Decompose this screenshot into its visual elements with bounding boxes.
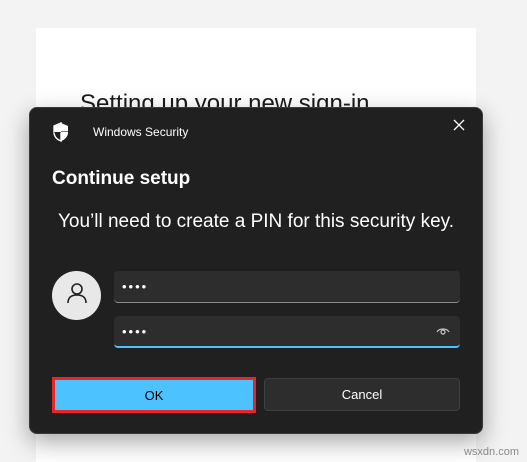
person-icon — [65, 281, 89, 310]
avatar — [52, 271, 101, 320]
dialog-title: Windows Security — [93, 125, 189, 139]
dialog-message: You’ll need to create a PIN for this sec… — [57, 211, 455, 232]
pin-input[interactable]: •••• — [114, 271, 460, 303]
ok-button[interactable]: OK — [52, 377, 256, 413]
eye-icon[interactable] — [430, 321, 456, 341]
windows-security-dialog: Windows Security Continue setup You’ll n… — [29, 107, 483, 434]
close-button[interactable] — [446, 114, 472, 140]
watermark-text: wsxdn.com — [463, 446, 519, 458]
shield-icon — [52, 121, 70, 143]
pin-input-value: •••• — [122, 279, 149, 294]
close-icon — [453, 118, 465, 136]
confirm-pin-input[interactable]: •••• — [114, 316, 460, 348]
dialog-heading: Continue setup — [52, 168, 191, 189]
confirm-pin-input-value: •••• — [122, 323, 149, 339]
cancel-button[interactable]: Cancel — [264, 378, 460, 411]
